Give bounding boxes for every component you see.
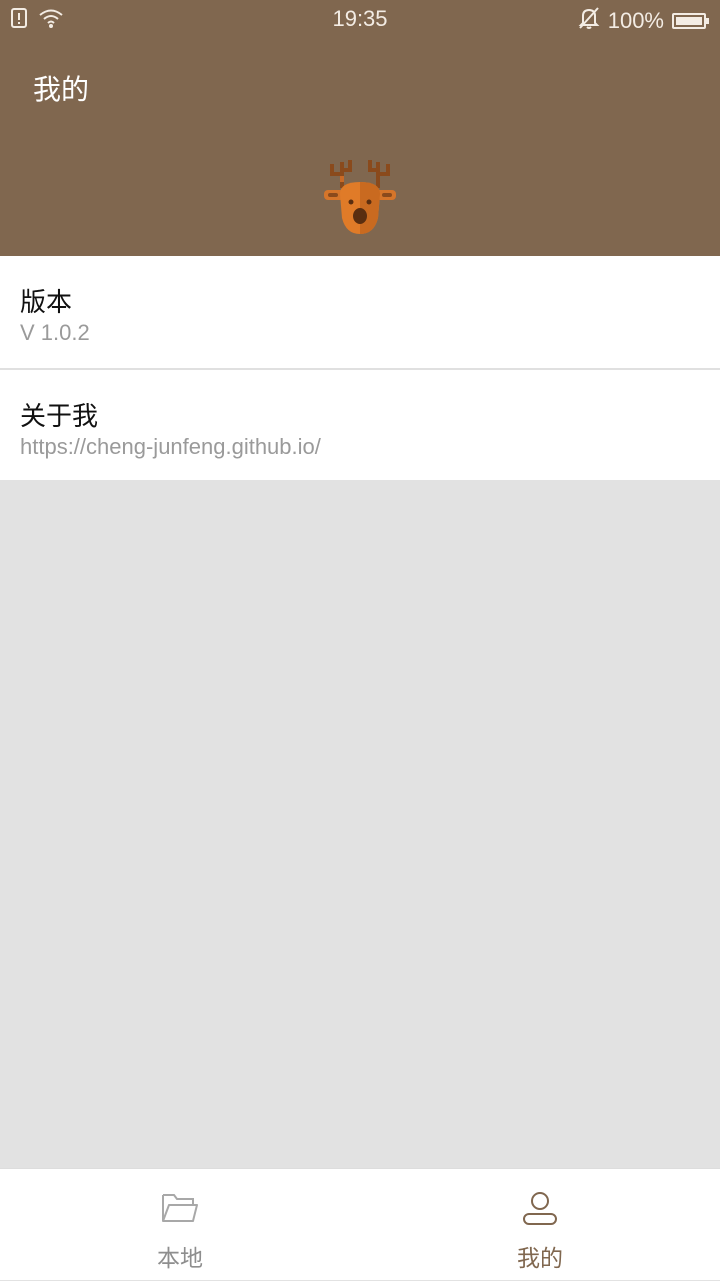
battery-icon	[672, 13, 709, 29]
deer-icon	[320, 152, 400, 240]
bell-muted-icon	[578, 6, 600, 36]
settings-list: 版本 V 1.0.2 关于我 https://cheng-junfeng.git…	[0, 256, 720, 480]
tab-mine[interactable]: 我的	[360, 1169, 720, 1281]
app-header: 我的	[0, 38, 720, 256]
about-title: 关于我	[20, 401, 99, 431]
status-bar: 19:35 100%	[0, 0, 720, 38]
bottom-nav: 本地 我的	[0, 1168, 720, 1280]
tab-local-label: 本地	[157, 1245, 203, 1271]
battery-fill	[676, 17, 702, 25]
battery-percent: 100%	[607, 8, 664, 33]
page-title: 我的	[33, 74, 90, 105]
list-item-version[interactable]: 版本 V 1.0.2	[0, 256, 720, 368]
version-title: 版本	[20, 287, 73, 317]
tab-mine-label: 我的	[517, 1245, 563, 1271]
list-item-about[interactable]: 关于我 https://cheng-junfeng.github.io/	[0, 368, 720, 480]
folder-icon	[160, 1189, 200, 1227]
version-value: V 1.0.2	[20, 320, 90, 345]
user-icon	[520, 1189, 560, 1227]
about-link[interactable]: https://cheng-junfeng.github.io/	[20, 434, 321, 460]
tab-local[interactable]: 本地	[0, 1169, 360, 1281]
